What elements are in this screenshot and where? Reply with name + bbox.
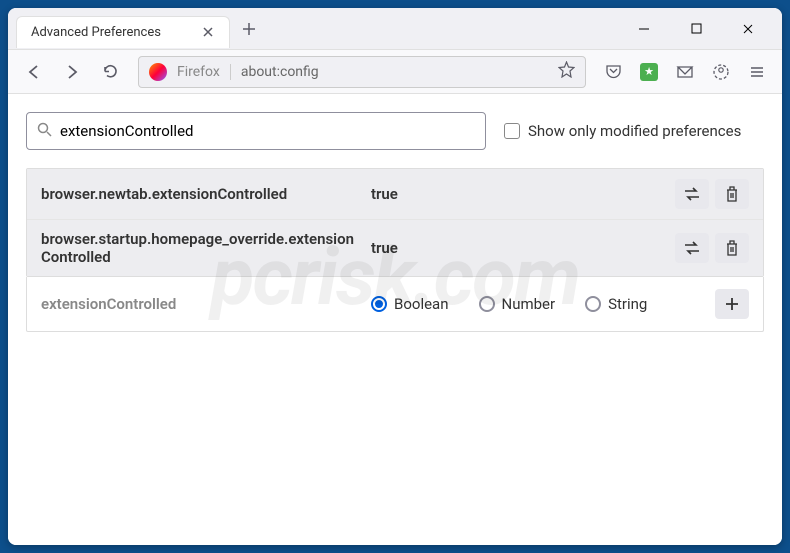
pref-value: true [371,239,675,257]
radio-label: Boolean [394,295,449,313]
radio-label: String [608,295,647,313]
tab-title: Advanced Preferences [31,25,161,40]
toggle-button[interactable] [675,179,709,209]
pref-row[interactable]: browser.startup.homepage_override.extens… [27,220,763,276]
content-area: Show only modified preferences browser.n… [8,94,782,545]
radio-label: Number [502,295,556,313]
pref-name: browser.newtab.extensionControlled [41,185,371,203]
add-pref-name: extensionControlled [41,295,371,313]
newtab-button[interactable] [242,17,256,41]
browser-window: Advanced Preferences Firefox about:confi… [8,8,782,545]
bookmark-star-icon[interactable] [558,61,575,82]
reload-button[interactable] [94,56,126,88]
minimize-button[interactable] [622,14,666,44]
add-button[interactable] [715,289,749,319]
radio-boolean[interactable]: Boolean [371,295,449,313]
checkbox-label: Show only modified preferences [528,122,741,140]
delete-button[interactable] [715,233,749,263]
identity-label: Firefox [177,64,231,80]
pocket-icon[interactable] [598,57,628,87]
firefox-icon [149,63,167,81]
close-button[interactable] [726,14,770,44]
back-button[interactable] [18,56,50,88]
maximize-button[interactable] [674,14,718,44]
add-pref-row: extensionControlled Boolean Number Strin… [26,277,764,332]
toggle-button[interactable] [675,233,709,263]
pref-actions [675,179,749,209]
close-icon[interactable] [201,25,215,39]
forward-button[interactable] [56,56,88,88]
toolbar: Firefox about:config ★ [8,50,782,94]
pref-value: true [371,185,675,203]
type-radios: Boolean Number String [371,295,715,313]
pref-actions [675,233,749,263]
radio-icon [371,296,387,312]
tab-active[interactable]: Advanced Preferences [16,16,230,48]
search-box[interactable] [26,112,486,150]
delete-button[interactable] [715,179,749,209]
radio-number[interactable]: Number [479,295,556,313]
pref-list: browser.newtab.extensionControlled true … [26,168,764,277]
search-input[interactable] [60,122,475,140]
radio-icon [479,296,495,312]
radio-string[interactable]: String [585,295,647,313]
url-bar[interactable]: Firefox about:config [138,56,586,88]
extension-icon[interactable]: ★ [634,57,664,87]
account-icon[interactable] [706,57,736,87]
search-row: Show only modified preferences [26,112,764,150]
checkbox-icon [504,123,520,139]
titlebar: Advanced Preferences [8,8,782,50]
radio-icon [585,296,601,312]
inbox-icon[interactable] [670,57,700,87]
pref-name: browser.startup.homepage_override.extens… [41,230,371,266]
search-icon [37,122,52,141]
url-text: about:config [241,64,548,80]
window-controls [622,14,770,44]
show-modified-checkbox[interactable]: Show only modified preferences [504,122,741,140]
pref-row[interactable]: browser.newtab.extensionControlled true [27,169,763,220]
menu-button[interactable] [742,57,772,87]
